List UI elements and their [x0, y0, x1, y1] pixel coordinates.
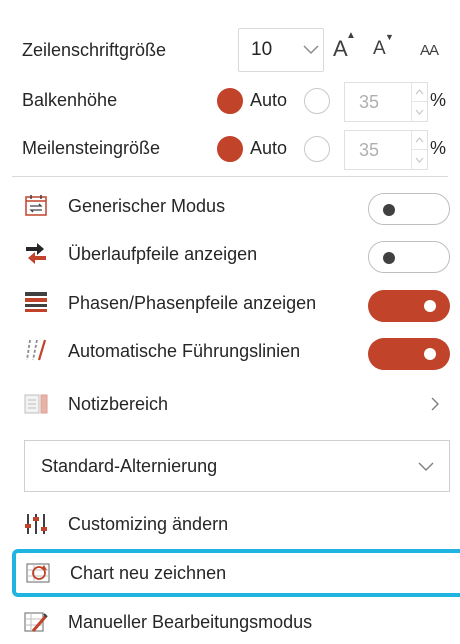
- spin-up-icon[interactable]: [412, 131, 427, 150]
- spin-up-icon[interactable]: [412, 83, 427, 102]
- calendar-swap-icon: [25, 195, 47, 216]
- chevron-down-icon: [418, 462, 434, 471]
- manual-edit-label: Manueller Bearbeitungsmodus: [68, 612, 313, 632]
- milestone-size-auto-radio[interactable]: [217, 136, 243, 162]
- toggle-label-leader-lines: Automatische Führungslinien: [68, 341, 301, 361]
- increase-caret-icon: ▲: [346, 30, 356, 41]
- milestone-size-value: 35: [359, 140, 380, 160]
- phase-bars-icon: [25, 292, 47, 312]
- milestone-size-auto-label: Auto: [250, 138, 288, 158]
- bar-height-custom-radio[interactable]: [304, 88, 330, 114]
- alternation-dropdown[interactable]: Standard-Alternierung: [24, 440, 450, 492]
- customize-button[interactable]: Customizing ändern: [12, 504, 452, 544]
- toggle-knob: [383, 252, 395, 264]
- milestone-size-label: Meilensteingröße: [22, 138, 161, 158]
- decrease-caret-icon: ▼: [385, 32, 394, 42]
- redraw-chart-icon: [26, 563, 50, 583]
- manual-edit-button[interactable]: Manueller Bearbeitungsmodus: [12, 602, 452, 642]
- bar-height-unit: %: [430, 90, 447, 110]
- spin-down-icon[interactable]: [412, 150, 427, 169]
- milestone-size-custom-radio[interactable]: [304, 136, 330, 162]
- phases-toggle[interactable]: [368, 290, 450, 322]
- milestone-size-unit: %: [430, 138, 447, 158]
- overflow-arrows-toggle[interactable]: [368, 241, 450, 273]
- overflow-arrows-icon: [26, 243, 46, 264]
- customize-sliders-icon: [25, 514, 47, 534]
- font-size-value: 10: [251, 39, 273, 60]
- bar-height-auto-label: Auto: [250, 90, 288, 110]
- change-case-button[interactable]: AA: [420, 42, 439, 59]
- divider: [12, 176, 448, 177]
- toggle-label-generic-mode: Generischer Modus: [68, 196, 226, 216]
- notes-area-item[interactable]: Notizbereich: [12, 382, 452, 426]
- toggle-label-overflow-arrows: Überlaufpfeile anzeigen: [68, 244, 258, 264]
- bar-height-auto-radio[interactable]: [217, 88, 243, 114]
- format-panel: Zeilenschriftgröße 10 A ▲ A ▼ AA Balkenh…: [0, 0, 460, 644]
- alternation-selected: Standard-Alternierung: [41, 456, 218, 476]
- grow-font-button[interactable]: A ▲: [333, 30, 356, 62]
- toggle-knob: [383, 204, 395, 216]
- toggle-knob: [424, 300, 436, 312]
- shrink-font-button[interactable]: A ▼: [373, 32, 394, 60]
- font-size-label: Zeilenschriftgröße: [22, 40, 167, 60]
- leader-lines-icon: [26, 339, 47, 361]
- redraw-chart-label: Chart neu zeichnen: [70, 563, 227, 583]
- toggle-knob: [424, 348, 436, 360]
- bar-height-value: 35: [359, 92, 380, 112]
- chevron-right-icon: [431, 397, 439, 411]
- toggle-label-phases: Phasen/Phasenpfeile anzeigen: [68, 293, 317, 313]
- customize-label: Customizing ändern: [68, 514, 229, 534]
- manual-edit-icon: [24, 612, 48, 632]
- font-size-dropdown[interactable]: 10: [238, 28, 324, 72]
- chevron-down-icon: [303, 45, 319, 55]
- leader-lines-toggle[interactable]: [368, 338, 450, 370]
- milestone-size-spinner[interactable]: 35: [344, 130, 428, 170]
- generic-mode-toggle[interactable]: [368, 193, 450, 225]
- bar-height-spinner[interactable]: 35: [344, 82, 428, 122]
- spin-down-icon[interactable]: [412, 102, 427, 121]
- bar-height-label: Balkenhöhe: [22, 90, 118, 110]
- redraw-chart-button[interactable]: Chart neu zeichnen: [12, 553, 456, 593]
- notes-area-icon: [24, 394, 48, 414]
- notes-area-label: Notizbereich: [68, 394, 169, 414]
